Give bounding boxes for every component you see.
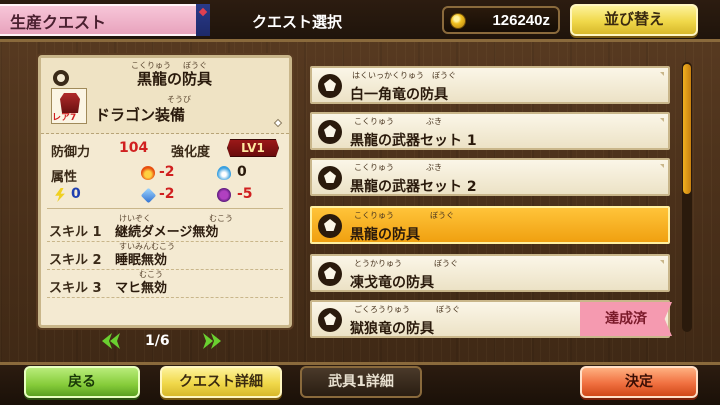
quest-ruby: ぼうぐ xyxy=(432,71,456,80)
sort-button[interactable]: 並び替え xyxy=(570,4,698,36)
quest-detail-button[interactable]: クエスト詳細 xyxy=(160,366,282,398)
quest-ruby: ぼうぐ xyxy=(430,211,454,220)
quest-item[interactable]: はくいっかくりゅう ぼうぐ 白一角竜の防具 xyxy=(310,66,670,104)
ice-icon xyxy=(140,187,157,204)
top-bar: 生産クエスト クエスト選択 126240z 並び替え xyxy=(0,0,720,42)
quest-title: 黒龍の武器セット 1 xyxy=(350,133,477,149)
skill-name: マヒ無効 xyxy=(115,281,168,296)
screen-title: クエスト選択 xyxy=(252,14,343,31)
monster-icon xyxy=(318,214,342,238)
skill-slot: スキル 1 xyxy=(49,225,102,240)
corner-deco xyxy=(660,72,664,76)
fire-icon xyxy=(141,166,155,180)
quest-item[interactable]: とうかりゅう ぼうぐ 凍戈竜の防具 xyxy=(310,254,670,292)
monster-icon xyxy=(318,166,342,190)
quest-list: はくいっかくりゅう ぼうぐ 白一角竜の防具 こくりゅう ぶき 黒龍の武器セット … xyxy=(300,58,674,338)
quest-ruby: ぼうぐ xyxy=(434,259,458,268)
defense-value: 104 xyxy=(119,140,149,156)
completed-badge: 達成済 xyxy=(580,302,672,336)
detail-header: こくりゅう ぼうぐ 黒龍の防具 レア7 そうび ドラゴン装備 xyxy=(41,58,289,134)
skill-slot: スキル 2 xyxy=(49,253,102,268)
water-value: 0 xyxy=(237,164,247,180)
quest-ruby: こくりゅう xyxy=(354,163,394,172)
quest-ruby: ぶき xyxy=(426,117,442,126)
money-value: 126240z xyxy=(492,12,550,29)
quest-ruby: とうかりゅう xyxy=(354,259,402,268)
quest-ruby: はくいっかくりゅう xyxy=(352,71,424,80)
water-icon xyxy=(217,166,231,180)
skill-name: 継続ダメージ無効 xyxy=(115,225,219,240)
quest-item[interactable]: こくりゅう ぶき 黒龍の武器セット 2 xyxy=(310,158,670,196)
enhance-label: 強化度 xyxy=(171,145,211,160)
dragon-icon xyxy=(217,188,231,202)
chevron-right-icon xyxy=(203,333,213,349)
quest-item-selected[interactable]: こくりゅう ぼうぐ 黒龍の防具 xyxy=(310,206,670,244)
scrollbar[interactable] xyxy=(682,62,692,332)
mode-tab: 生産クエスト xyxy=(0,4,210,36)
confirm-button[interactable]: 決定 xyxy=(580,366,698,398)
prev-page-button[interactable] xyxy=(102,333,122,349)
quest-ruby: ぶき xyxy=(426,163,442,172)
divider xyxy=(47,208,283,209)
rarity-label: レア7 xyxy=(52,113,77,123)
quest-ruby: ごくろうりゅう xyxy=(354,305,410,314)
item-name: 黒龍の防具 xyxy=(137,70,213,88)
quest-item[interactable]: ごくろうりゅう ぼうぐ 獄狼竜の防具 達成済 xyxy=(310,300,672,338)
level-badge: LV1 xyxy=(227,139,279,157)
item-category: ドラゴン装備 xyxy=(95,106,186,124)
skill-row-2: すいみんむこう スキル 2 睡眠無効 xyxy=(49,242,283,269)
corner-deco xyxy=(660,260,664,264)
mode-tab-label: 生産クエスト xyxy=(10,15,107,32)
skill-slot: スキル 3 xyxy=(49,281,102,296)
quest-ruby: こくりゅう xyxy=(354,211,394,220)
quest-title: 黒龍の武器セット 2 xyxy=(350,179,477,195)
rank-icon xyxy=(53,70,69,86)
thunder-value: 0 xyxy=(71,186,81,202)
fire-value: -2 xyxy=(159,164,175,180)
pin-icon xyxy=(273,118,283,128)
corner-deco xyxy=(660,164,664,168)
back-button[interactable]: 戻る xyxy=(24,366,140,398)
armor-icon-frame: レア7 xyxy=(51,88,87,124)
corner-deco xyxy=(660,118,664,122)
next-page-button[interactable] xyxy=(203,333,223,349)
skill-separator xyxy=(47,297,283,298)
page-indicator: 1/6 xyxy=(145,333,170,349)
chevron-left-icon xyxy=(110,333,120,349)
money-display: 126240z xyxy=(442,6,560,34)
monster-icon xyxy=(318,308,342,332)
quest-title: 凍戈竜の防具 xyxy=(350,275,434,291)
monster-icon xyxy=(318,120,342,144)
ice-value: -2 xyxy=(159,186,175,202)
quest-item[interactable]: こくりゅう ぶき 黒龍の武器セット 1 xyxy=(310,112,670,150)
quest-ruby: こくりゅう xyxy=(354,117,394,126)
quest-title: 黒龍の防具 xyxy=(350,227,420,243)
scroll-thumb[interactable] xyxy=(683,64,691,194)
dragon-value: -5 xyxy=(237,186,253,202)
attribute-label: 属性 xyxy=(51,170,78,185)
coin-icon xyxy=(450,13,466,29)
monster-icon xyxy=(318,74,342,98)
defense-label: 防御力 xyxy=(51,145,91,160)
quest-ruby: ぼうぐ xyxy=(436,305,460,314)
skill-row-3: むこう スキル 3 マヒ無効 xyxy=(49,270,283,297)
skill-row-1: けいぞく むこう スキル 1 継続ダメージ無効 xyxy=(49,214,283,241)
skill-name: 睡眠無効 xyxy=(115,253,168,268)
skill-separator xyxy=(47,269,283,270)
quest-title: 白一角竜の防具 xyxy=(350,87,448,103)
monster-icon xyxy=(318,262,342,286)
item-detail-panel: こくりゅう ぼうぐ 黒龍の防具 レア7 そうび ドラゴン装備 防御力 104 強… xyxy=(38,55,292,328)
thunder-icon xyxy=(55,188,65,202)
quest-title: 獄狼竜の防具 xyxy=(350,321,434,337)
weapon-detail-button[interactable]: 武具1詳細 xyxy=(300,366,422,398)
